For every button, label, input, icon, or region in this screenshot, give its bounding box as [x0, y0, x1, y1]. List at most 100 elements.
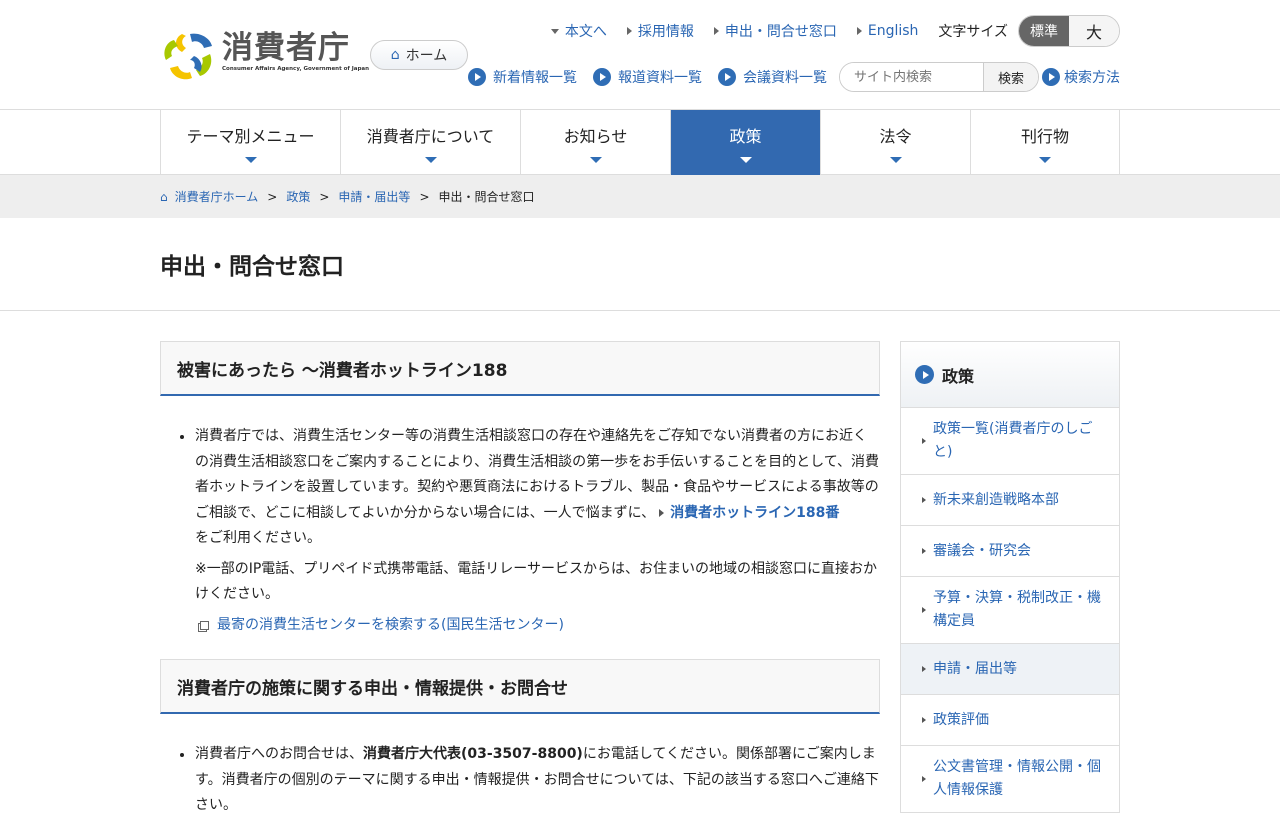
breadcrumb-current: 申出・問合せ窓口	[438, 190, 535, 204]
nav-theme-menu[interactable]: テーマ別メニュー	[160, 110, 340, 175]
sidebar-item-records-management[interactable]: 公文書管理・情報公開・個人情報保護	[900, 746, 1120, 813]
sidebar-heading-label: 政策	[942, 366, 975, 386]
caret-right-icon	[922, 548, 926, 554]
quick-links: 新着情報一覧 報道資料一覧 会議資料一覧 検索 検索方法	[468, 62, 1120, 92]
caret-down-icon	[424, 156, 437, 163]
link-label: 報道資料一覧	[618, 70, 702, 86]
nav-law[interactable]: 法令	[820, 110, 970, 175]
home-button[interactable]: ⌂ ホーム	[370, 40, 468, 70]
nav-policy[interactable]: 政策	[670, 110, 820, 175]
hotline-188-link[interactable]: 消費者ホットライン188番	[670, 505, 839, 521]
caret-down-icon	[1039, 156, 1051, 163]
main-content: 被害にあったら ～消費者ホットライン188 消費者庁では、消費生活センター等の消…	[160, 341, 880, 819]
breadcrumb-separator: >	[319, 189, 330, 204]
consumer-center-search-link[interactable]: 最寄の消費生活センターを検索する(国民生活センター)	[195, 613, 880, 639]
sidebar-item-label: 審議会・研究会	[933, 542, 1031, 559]
sidebar-item-budget[interactable]: 予算・決算・税制改正・機構定員	[900, 577, 1120, 644]
caret-down-icon	[244, 156, 257, 163]
sidebar-item-strategy-hq[interactable]: 新未来創造戦略本部	[900, 475, 1120, 526]
sidebar-item-policy-list[interactable]: 政策一覧(消費者庁のしごと)	[900, 408, 1120, 475]
nav-publications[interactable]: 刊行物	[970, 110, 1120, 175]
section-heading: 被害にあったら ～消費者ホットライン188	[160, 341, 880, 396]
site-logo[interactable]: 消費者庁 Consumer Affairs Agency, Government…	[160, 30, 369, 82]
home-icon: ⌂	[390, 47, 400, 63]
logo-pinwheel-icon	[164, 33, 212, 80]
external-window-icon	[200, 620, 209, 630]
breadcrumb-home[interactable]: 消費者庁ホーム	[175, 188, 259, 205]
link-label: 最寄の消費生活センターを検索する(国民生活センター)	[217, 616, 564, 633]
body-text: 消費者庁へのお問合せは、	[195, 746, 363, 762]
caret-down-icon	[589, 156, 602, 163]
caret-right-icon	[626, 27, 632, 35]
nav-label: 刊行物	[1020, 126, 1069, 146]
breadcrumb-applications[interactable]: 申請・届出等	[338, 188, 410, 205]
sidebar-item-councils[interactable]: 審議会・研究会	[900, 526, 1120, 577]
font-size-standard-button[interactable]: 標準	[1019, 16, 1069, 46]
home-icon: ⌂	[160, 189, 168, 204]
sidebar-item-label: 申請・届出等	[933, 660, 1017, 677]
nav-label: 消費者庁について	[366, 126, 495, 146]
logo-subtext: Consumer Affairs Agency, Government of J…	[222, 66, 370, 72]
link-label: 本文へ	[564, 24, 607, 40]
link-label: 新着情報一覧	[493, 70, 577, 86]
caret-right-icon	[922, 497, 926, 503]
list-item: 消費者庁へのお問合せは、消費者庁大代表(03-3507-8800)にお電話してく…	[180, 742, 880, 819]
utility-links: 本文へ 採用情報 申出・問合せ窓口 English 文字サイズ 標準 大	[550, 15, 1120, 47]
list-item: 消費者庁では、消費生活センター等の消費生活相談窓口の存在や連絡先をご存知でない消…	[180, 424, 880, 639]
sidebar-item-policy-evaluation[interactable]: 政策評価	[900, 695, 1120, 746]
recruit-link[interactable]: 採用情報	[626, 21, 694, 41]
circle-arrow-icon	[718, 68, 736, 86]
meeting-list-link[interactable]: 会議資料一覧	[718, 67, 827, 87]
nav-news[interactable]: お知らせ	[520, 110, 670, 175]
body-text: をご利用ください。	[195, 530, 321, 546]
caret-right-icon	[922, 717, 926, 723]
search-help-link[interactable]: 検索方法	[1042, 67, 1120, 87]
circle-arrow-icon	[1042, 68, 1060, 86]
sidebar: 政策 政策一覧(消費者庁のしごと) 新未来創造戦略本部 審議会・研究会 予算・決…	[900, 341, 1120, 819]
circle-arrow-icon	[915, 365, 934, 384]
english-link[interactable]: English	[856, 23, 919, 39]
nav-about[interactable]: 消費者庁について	[340, 110, 520, 175]
sidebar-item-label: 新未来創造戦略本部	[933, 491, 1059, 508]
breadcrumb-policy[interactable]: 政策	[286, 188, 310, 205]
breadcrumb-separator: >	[419, 189, 430, 204]
site-header: 消費者庁 Consumer Affairs Agency, Government…	[0, 0, 1280, 110]
font-size-label: 文字サイズ	[938, 24, 1008, 40]
search-input[interactable]	[840, 63, 983, 91]
news-list-link[interactable]: 新着情報一覧	[468, 67, 577, 87]
caret-right-icon	[922, 438, 926, 444]
sidebar-item-label: 公文書管理・情報公開・個人情報保護	[933, 759, 1101, 798]
caret-down-icon	[550, 28, 559, 34]
caret-right-icon	[713, 27, 719, 35]
sidebar-item-label: 政策一覧(消費者庁のしごと)	[933, 421, 1093, 460]
sidebar-item-label: 政策評価	[933, 711, 989, 728]
section-heading: 消費者庁の施策に関する申出・情報提供・お問合せ	[160, 659, 880, 714]
sidebar-item-applications[interactable]: 申請・届出等	[900, 644, 1120, 695]
page-title: 申出・問合せ窓口	[160, 254, 344, 280]
font-size-large-button[interactable]: 大	[1069, 16, 1119, 46]
global-nav: テーマ別メニュー 消費者庁について お知らせ 政策 法令 刊行物	[0, 110, 1280, 175]
nav-label: テーマ別メニュー	[186, 126, 315, 146]
main-phone-number: 消費者庁大代表(03-3507-8800)	[363, 746, 583, 762]
sidebar-heading: 政策	[900, 341, 1120, 408]
press-list-link[interactable]: 報道資料一覧	[593, 67, 702, 87]
caret-down-icon	[889, 156, 902, 163]
breadcrumb-separator: >	[267, 189, 278, 204]
link-label: 検索方法	[1064, 70, 1120, 86]
logo-text: 消費者庁	[222, 30, 350, 66]
link-label: 採用情報	[637, 24, 694, 40]
note-text: ※一部のIP電話、プリペイド式携帯電話、電話リレーサービスからは、お住まいの地域…	[195, 560, 878, 603]
contact-link[interactable]: 申出・問合せ窓口	[713, 21, 837, 41]
site-search: 検索	[839, 62, 1039, 92]
caret-right-icon	[659, 508, 665, 517]
link-label: 申出・問合せ窓口	[724, 24, 837, 40]
circle-arrow-icon	[468, 68, 486, 86]
caret-right-icon	[856, 27, 862, 35]
caret-right-icon	[922, 607, 926, 613]
nav-label: 政策	[729, 126, 762, 146]
nav-label: お知らせ	[563, 126, 628, 146]
caret-right-icon	[922, 776, 926, 782]
link-label: English	[867, 23, 919, 39]
search-button[interactable]: 検索	[983, 63, 1038, 91]
skip-to-content-link[interactable]: 本文へ	[550, 21, 607, 41]
